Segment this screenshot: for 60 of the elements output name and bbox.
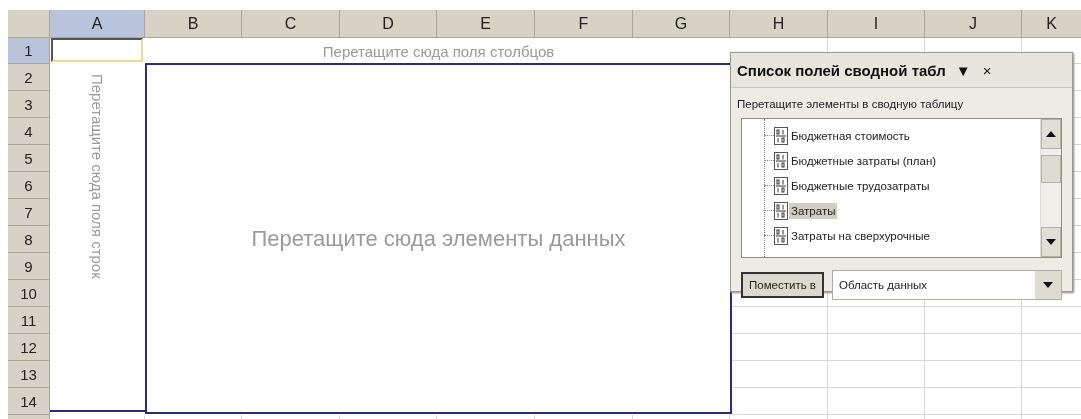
column-header[interactable]: D bbox=[340, 10, 437, 38]
scrollbar-thumb[interactable] bbox=[1041, 155, 1061, 183]
column-header[interactable]: F bbox=[535, 10, 633, 38]
data-drop-hint: Перетащите сюда элементы данных bbox=[251, 225, 626, 252]
row-header[interactable]: 14 bbox=[8, 388, 50, 415]
field-item[interactable]: Бюджетные затраты (план) bbox=[789, 152, 939, 169]
row-header[interactable]: 12 bbox=[8, 334, 50, 361]
column-header[interactable]: B bbox=[145, 10, 242, 38]
selected-cell[interactable] bbox=[51, 38, 143, 62]
column-header[interactable]: I bbox=[828, 10, 925, 38]
numeric-field-icon bbox=[774, 126, 788, 145]
column-drop-hint: Перетащите сюда поля столбцов bbox=[322, 42, 555, 60]
column-header[interactable]: G bbox=[633, 10, 730, 38]
panel-menu-button[interactable]: ▼ bbox=[953, 61, 973, 79]
field-item[interactable]: Бюджетная стоимость bbox=[789, 127, 912, 144]
row-header[interactable]: 4 bbox=[8, 118, 50, 145]
close-button[interactable]: × bbox=[980, 61, 994, 79]
row-header[interactable]: 7 bbox=[8, 199, 50, 226]
up-arrow-icon bbox=[1046, 131, 1056, 137]
sheet-cell[interactable] bbox=[828, 388, 925, 415]
row-header[interactable]: 10 bbox=[8, 280, 50, 307]
sheet-cell[interactable] bbox=[925, 388, 1022, 415]
numeric-field-icon bbox=[774, 226, 788, 245]
column-header[interactable]: A bbox=[50, 10, 145, 38]
panel-title: Список полей сводной табл bbox=[737, 61, 946, 79]
column-header[interactable]: E bbox=[437, 10, 535, 38]
scroll-up-button[interactable] bbox=[1041, 119, 1061, 149]
dropdown-arrow-icon bbox=[1043, 282, 1053, 288]
row-header[interactable]: 6 bbox=[8, 172, 50, 199]
sheet-cell[interactable] bbox=[925, 307, 1022, 334]
sheet-cell[interactable] bbox=[828, 361, 925, 388]
row-header[interactable]: 11 bbox=[8, 307, 50, 334]
row-header[interactable]: 13 bbox=[8, 361, 50, 388]
row-drop-hint: Перетащите сюда поля строк bbox=[90, 74, 105, 279]
select-all-button[interactable] bbox=[8, 10, 50, 38]
column-header[interactable]: K bbox=[1022, 10, 1081, 38]
column-header[interactable]: C bbox=[242, 10, 340, 38]
row-header[interactable]: 2 bbox=[8, 64, 50, 91]
field-item[interactable]: Бюджетные трудозатраты bbox=[789, 177, 932, 194]
column-header[interactable]: H bbox=[730, 10, 828, 38]
sheet-cell[interactable] bbox=[828, 307, 925, 334]
sheet-cell[interactable] bbox=[828, 334, 925, 361]
row-header[interactable]: 8 bbox=[8, 226, 50, 253]
numeric-field-icon bbox=[774, 176, 788, 195]
row-header[interactable]: 3 bbox=[8, 91, 50, 118]
field-item[interactable]: Затраты bbox=[789, 202, 838, 219]
area-dropdown[interactable]: Область данных bbox=[831, 270, 1062, 300]
sheet-cell[interactable] bbox=[925, 361, 1022, 388]
add-to-button[interactable]: Поместить в bbox=[741, 272, 824, 298]
panel-instruction: Перетащите элементы в сводную таблицу bbox=[737, 98, 965, 110]
row-header[interactable]: 1 bbox=[8, 38, 50, 64]
numeric-field-icon bbox=[774, 151, 788, 170]
down-arrow-icon bbox=[1046, 239, 1056, 245]
numeric-field-icon bbox=[774, 201, 788, 220]
row-header[interactable]: 9 bbox=[8, 253, 50, 280]
column-header[interactable]: J bbox=[925, 10, 1022, 38]
field-item[interactable]: Затраты на сверхурочные bbox=[789, 227, 932, 244]
sheet-cell[interactable] bbox=[925, 334, 1022, 361]
row-header[interactable]: 5 bbox=[8, 145, 50, 172]
scroll-down-button[interactable] bbox=[1041, 227, 1061, 257]
